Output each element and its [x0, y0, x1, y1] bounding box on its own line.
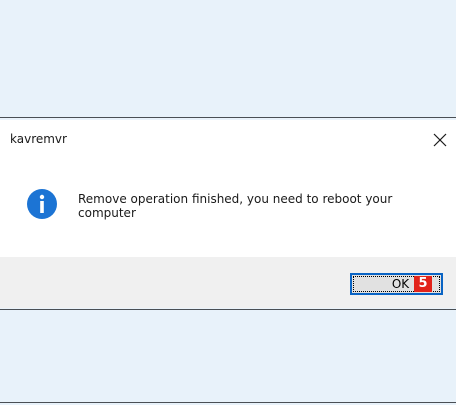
background-window-top: [0, 0, 456, 118]
background-divider: [0, 402, 456, 403]
ok-button[interactable]: OK 5: [350, 273, 443, 295]
dialog-footer: OK 5: [0, 257, 456, 308]
info-icon: [27, 189, 57, 219]
step-badge: 5: [414, 276, 432, 292]
close-button[interactable]: [424, 124, 456, 156]
dialog-title: kavremvr: [10, 132, 67, 146]
ok-button-label: OK: [391, 277, 410, 291]
message-dialog: kavremvr Remove operation finished, you …: [0, 120, 456, 308]
dialog-content: Remove operation finished, you need to r…: [0, 180, 456, 236]
dialog-titlebar[interactable]: kavremvr: [0, 120, 456, 160]
dialog-message: Remove operation finished, you need to r…: [78, 192, 393, 220]
close-icon: [433, 133, 447, 147]
background-window-bottom: [0, 309, 456, 405]
